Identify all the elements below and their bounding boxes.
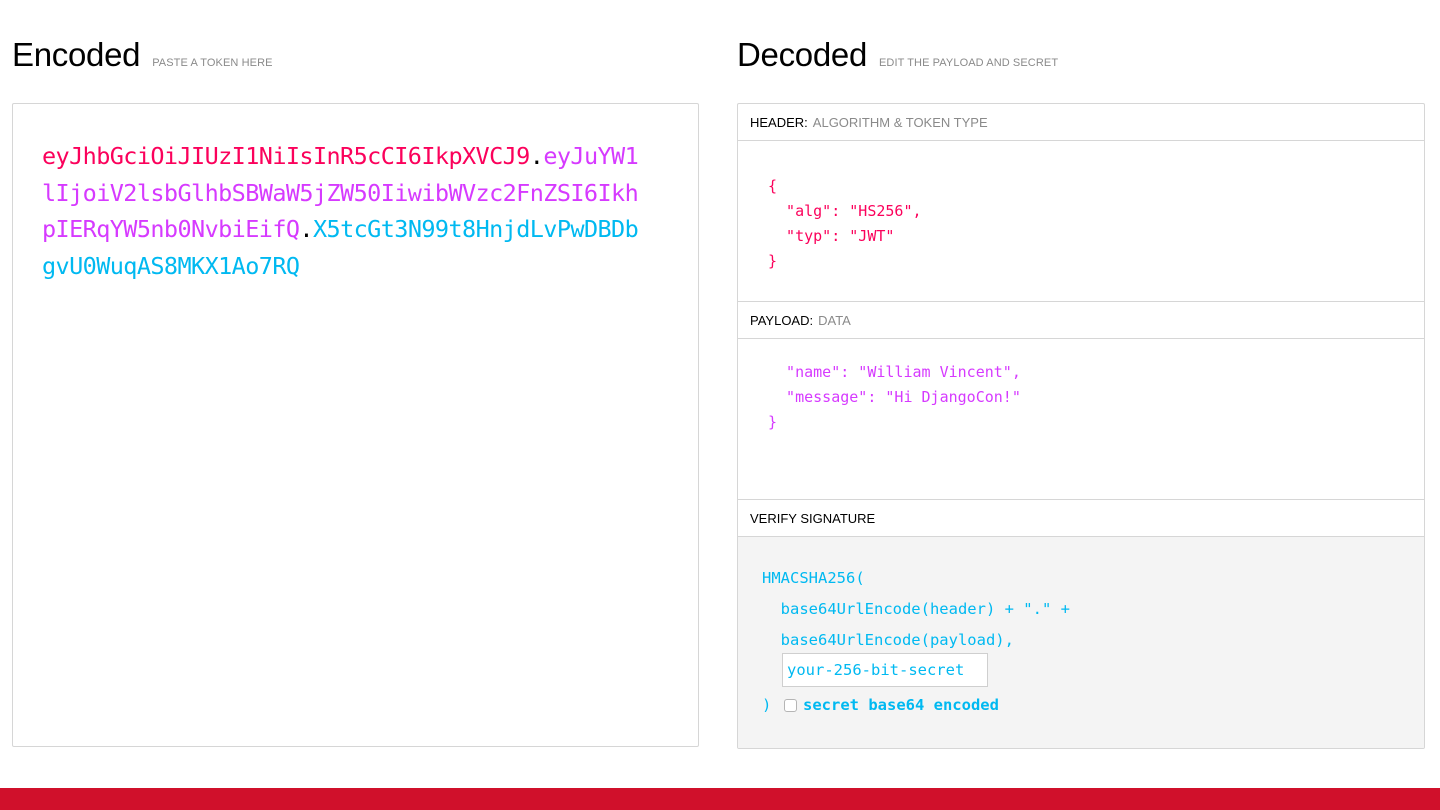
verify-section-label: VERIFY SIGNATURE bbox=[750, 510, 876, 526]
verify-close-paren: ) bbox=[762, 696, 772, 714]
header-section-heading: HEADER: ALGORITHM & TOKEN TYPE bbox=[738, 104, 1424, 141]
verify-section-heading: VERIFY SIGNATURE bbox=[738, 500, 1424, 537]
decoded-panel: HEADER: ALGORITHM & TOKEN TYPE { "alg": … bbox=[737, 103, 1425, 749]
token-dot: . bbox=[529, 142, 544, 170]
header-json-line: } bbox=[768, 252, 778, 270]
verify-line-hmac: HMACSHA256( bbox=[762, 569, 865, 587]
header-json-line: "alg": "HS256", bbox=[768, 202, 922, 220]
secret-base64-checkbox[interactable] bbox=[784, 699, 797, 712]
payload-json-line: "name": "William Vincent", bbox=[768, 363, 1021, 381]
payload-json-line: "message": "Hi DjangoCon!" bbox=[768, 388, 1021, 406]
payload-section-heading: PAYLOAD: DATA bbox=[738, 302, 1424, 339]
decoded-subtitle: EDIT THE PAYLOAD AND SECRET bbox=[879, 57, 1059, 69]
header-json-line: { bbox=[768, 177, 778, 195]
header-json-line: "typ": "JWT" bbox=[768, 227, 895, 245]
encoded-heading: Encoded PASTE A TOKEN HERE bbox=[12, 36, 273, 74]
payload-section-sublabel: DATA bbox=[818, 312, 851, 328]
secret-base64-label[interactable]: secret base64 encoded bbox=[803, 695, 999, 715]
decoded-heading: Decoded EDIT THE PAYLOAD AND SECRET bbox=[737, 36, 1058, 74]
header-section-sublabel: ALGORITHM & TOKEN TYPE bbox=[812, 114, 988, 130]
header-json-editor[interactable]: { "alg": "HS256", "typ": "JWT"} bbox=[768, 174, 922, 274]
footer-bar bbox=[0, 788, 1440, 810]
header-section-label: HEADER: bbox=[750, 114, 808, 130]
secret-input[interactable] bbox=[782, 653, 988, 687]
decoded-title: Decoded bbox=[737, 36, 867, 73]
verify-signature-body: HMACSHA256( base64UrlEncode(header) + ".… bbox=[738, 537, 1424, 748]
token-header-part: eyJhbGciOiJIUzI1NiIsInR5cCI6IkpXVCJ9 bbox=[42, 142, 530, 170]
payload-json-line: } bbox=[768, 413, 778, 431]
encoded-token-editor[interactable]: eyJhbGciOiJIUzI1NiIsInR5cCI6IkpXVCJ9.eyJ… bbox=[12, 103, 699, 747]
token-text[interactable]: eyJhbGciOiJIUzI1NiIsInR5cCI6IkpXVCJ9.eyJ… bbox=[42, 138, 642, 284]
verify-line-header: base64UrlEncode(header) + "." + bbox=[762, 600, 1070, 618]
payload-section-label: PAYLOAD: bbox=[750, 312, 814, 328]
payload-json-editor[interactable]: "name": "William Vincent", "message": "H… bbox=[768, 360, 1021, 435]
encoded-title: Encoded bbox=[12, 36, 141, 73]
encoded-subtitle: PASTE A TOKEN HERE bbox=[152, 57, 273, 69]
token-dot: . bbox=[299, 215, 313, 243]
verify-line-payload: base64UrlEncode(payload), bbox=[762, 631, 1014, 649]
